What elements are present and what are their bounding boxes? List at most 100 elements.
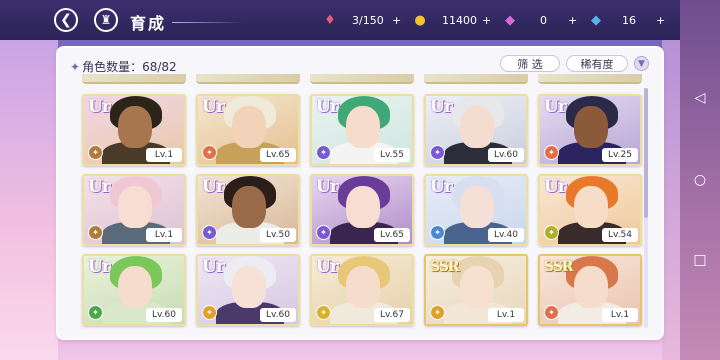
card-partial[interactable]	[538, 74, 642, 84]
card-partial[interactable]	[310, 74, 414, 84]
character-card[interactable]: SSR ✦ Lv.1	[538, 254, 642, 326]
attribute-icon: ✦	[316, 305, 331, 320]
candy-icon: ♦	[324, 12, 336, 28]
portrait-face	[118, 186, 152, 228]
resource-candy-value: 3/150	[352, 13, 384, 27]
castle-icon[interactable]: ♜	[94, 8, 118, 32]
level-label: Lv.55	[374, 148, 410, 162]
rarity-badge: Ur	[430, 177, 453, 197]
rarity-badge: Ur	[544, 97, 567, 117]
character-card[interactable]: Ur ✦ Lv.40	[424, 174, 528, 246]
level-label: Lv.1	[146, 148, 182, 162]
nav-recent-icon[interactable]: □	[692, 252, 708, 268]
add-diamond-button[interactable]: +	[656, 10, 665, 30]
portrait-face	[232, 186, 266, 228]
level-label: Lv.1	[146, 228, 182, 242]
attribute-icon: ✦	[430, 305, 445, 320]
character-card[interactable]: Ur ✦ Lv.25	[538, 94, 642, 166]
attribute-icon: ✦	[202, 305, 217, 320]
level-label: Lv.60	[488, 148, 524, 162]
portrait-face	[118, 266, 152, 308]
character-card[interactable]: Ur ✦ Lv.60	[424, 94, 528, 166]
attribute-icon: ✦	[430, 145, 445, 160]
portrait-face	[574, 266, 608, 308]
attribute-icon: ✦	[88, 145, 103, 160]
rarity-badge: Ur	[202, 97, 225, 117]
portrait-face	[346, 266, 380, 308]
character-card[interactable]: Ur ✦ Lv.55	[310, 94, 414, 166]
character-card[interactable]: Ur ✦ Lv.1	[82, 94, 186, 166]
attribute-icon: ✦	[544, 225, 559, 240]
attribute-icon: ✦	[88, 305, 103, 320]
resource-candy: ♦ 3/150	[322, 10, 384, 30]
resource-coin-value: 11400	[442, 13, 477, 27]
level-label: Lv.54	[602, 228, 638, 242]
rarity-badge: Ur	[430, 97, 453, 117]
add-gem-button[interactable]: +	[568, 10, 577, 30]
portrait-face	[346, 106, 380, 148]
character-card[interactable]: Ur ✦ Lv.60	[82, 254, 186, 326]
system-nav-bar: ◁ ○ □	[680, 0, 720, 360]
portrait-face	[460, 266, 494, 308]
level-label: Lv.60	[146, 308, 182, 322]
level-label: Lv.65	[260, 148, 296, 162]
card-partial[interactable]	[82, 74, 186, 84]
plus-icon: +	[392, 13, 402, 27]
card-partial[interactable]	[424, 74, 528, 84]
character-card[interactable]: Ur ✦ Lv.60	[196, 254, 300, 326]
rarity-badge: Ur	[202, 177, 225, 197]
resource-gem-pink-value: 0	[540, 13, 547, 27]
character-card[interactable]: Ur ✦ Lv.1	[82, 174, 186, 246]
attribute-icon: ✦	[544, 305, 559, 320]
diamond-icon: ◆	[591, 12, 601, 28]
rarity-badge: Ur	[544, 177, 567, 197]
scrollbar-thumb[interactable]	[644, 88, 648, 218]
rarity-badge: Ur	[316, 257, 339, 277]
resource-coin: ● 11400	[412, 10, 477, 30]
rarity-badge: Ur	[88, 97, 111, 117]
portrait-face	[118, 106, 152, 148]
card-partial[interactable]	[196, 74, 300, 84]
level-label: Lv.67	[374, 308, 410, 322]
attribute-icon: ✦	[88, 225, 103, 240]
level-label: Lv.1	[488, 308, 524, 322]
rarity-badge: SSR	[430, 259, 460, 275]
page-title: 育成	[130, 14, 167, 33]
portrait-face	[460, 186, 494, 228]
arrow-left-icon[interactable]: ❮	[54, 8, 78, 32]
background-right	[662, 40, 680, 360]
coin-icon: ●	[414, 12, 426, 28]
attribute-icon: ✦	[544, 145, 559, 160]
character-card[interactable]: Ur ✦ Lv.50	[196, 174, 300, 246]
nav-home-icon[interactable]: ○	[692, 172, 708, 188]
portrait-face	[574, 186, 608, 228]
character-card[interactable]: Ur ✦ Lv.54	[538, 174, 642, 246]
portrait-face	[574, 106, 608, 148]
character-card[interactable]: SSR ✦ Lv.1	[424, 254, 528, 326]
attribute-icon: ✦	[202, 145, 217, 160]
sort-rarity-button[interactable]: 稀有度	[566, 55, 628, 72]
character-card[interactable]: Ur ✦ Lv.65	[310, 174, 414, 246]
resource-gem-blue: ◆ 16	[588, 10, 636, 30]
character-count-label: 角色数量：68/82	[82, 60, 177, 74]
rarity-badge: Ur	[316, 97, 339, 117]
nav-back-icon[interactable]: ◁	[692, 90, 708, 106]
plus-icon: +	[568, 13, 578, 27]
portrait-face	[346, 186, 380, 228]
attribute-icon: ✦	[430, 225, 445, 240]
portrait-face	[460, 106, 494, 148]
sparkle-icon: ✦	[70, 60, 81, 74]
character-count: ✦ 角色数量：68/82	[70, 58, 177, 75]
level-label: Lv.40	[488, 228, 524, 242]
chevron-down-icon[interactable]: ▼	[634, 56, 649, 71]
character-card[interactable]: Ur ✦ Lv.67	[310, 254, 414, 326]
add-coin-button[interactable]: +	[482, 10, 491, 30]
plus-icon: +	[656, 13, 666, 27]
rarity-badge: Ur	[88, 257, 111, 277]
portrait-face	[232, 266, 266, 308]
rarity-badge: Ur	[88, 177, 111, 197]
filter-button[interactable]: 筛 选	[500, 55, 560, 72]
rarity-badge: Ur	[202, 257, 225, 277]
add-candy-button[interactable]: +	[392, 10, 401, 30]
character-card[interactable]: Ur ✦ Lv.65	[196, 94, 300, 166]
